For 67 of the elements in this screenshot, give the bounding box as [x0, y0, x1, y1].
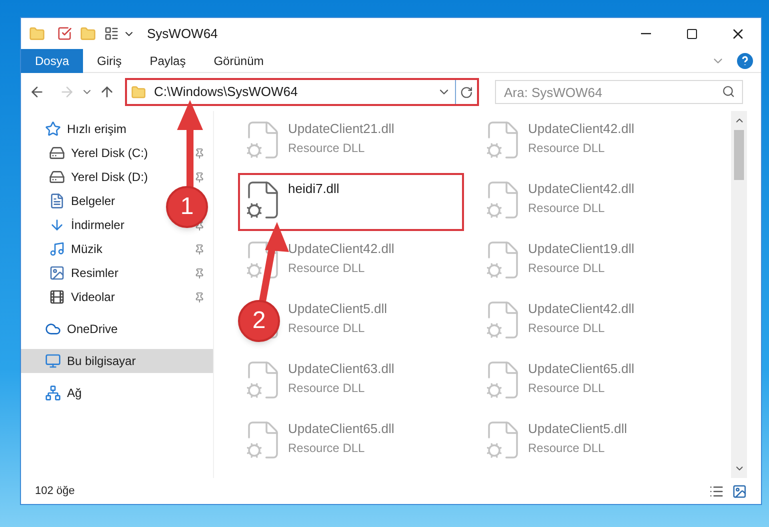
file-type: Resource DLL	[288, 440, 366, 456]
drive-icon	[49, 145, 65, 161]
star-icon	[45, 121, 61, 137]
file-name[interactable]: UpdateClient19.dll	[528, 239, 634, 258]
file-type: Resource DLL	[528, 440, 606, 456]
sidebar-item[interactable]: Videolar	[49, 288, 115, 306]
sidebar-item[interactable]: Belgeler	[49, 192, 116, 210]
maximize-icon	[686, 28, 698, 40]
music-note-icon	[49, 241, 65, 257]
properties-icon[interactable]	[57, 26, 72, 41]
file-type: Resource DLL	[528, 260, 606, 276]
ribbon-tab[interactable]: Görünüm	[200, 48, 278, 72]
file-type: Resource DLL	[288, 380, 366, 396]
picture-icon	[49, 265, 65, 281]
file-name[interactable]: UpdateClient21.dll	[288, 119, 394, 138]
minimize-icon	[641, 32, 651, 34]
file-type: Resource DLL	[528, 320, 606, 336]
view-icon[interactable]	[104, 26, 119, 41]
file-type: Resource DLL	[528, 380, 606, 396]
back-icon[interactable]	[29, 84, 45, 100]
file-name[interactable]: UpdateClient42.dll	[528, 179, 634, 198]
file-name[interactable]: UpdateClient42.dll	[288, 239, 394, 258]
search-field[interactable]: Ara: SysWOW64	[495, 80, 743, 104]
sidebar-item[interactable]: Hızlı erişim	[45, 120, 126, 138]
sidebar-item[interactable]: Yerel Disk (D:)	[49, 168, 148, 186]
file-name[interactable]: heidi7.dll	[288, 179, 340, 198]
scrollbar-thumb[interactable]	[734, 130, 744, 180]
file-name[interactable]: UpdateClient65.dll	[288, 419, 394, 438]
sidebar-item[interactable]: OneDrive	[45, 320, 118, 338]
film-icon	[49, 289, 65, 305]
item-count: 102 öğe	[35, 484, 76, 499]
monitor-icon	[45, 353, 61, 369]
cloud-icon	[45, 321, 61, 337]
search-icon[interactable]	[722, 85, 735, 98]
drive-icon	[49, 169, 65, 185]
sidebar-item[interactable]: Ağ	[45, 384, 82, 402]
ribbon-tab[interactable]: Paylaş	[136, 48, 200, 72]
address-field[interactable]: C:\Windows\SysWOW64	[125, 78, 479, 106]
file-name[interactable]: UpdateClient5.dll	[528, 419, 628, 438]
file-name[interactable]: UpdateClient5.dll	[288, 299, 388, 318]
file-type: Resource DLL	[288, 140, 366, 156]
file-name[interactable]: UpdateClient42.dll	[528, 119, 634, 138]
ribbon-tab[interactable]: Giriş	[83, 48, 136, 72]
network-icon	[45, 385, 61, 401]
file-name[interactable]: UpdateClient65.dll	[528, 359, 634, 378]
details-view-icon[interactable]	[709, 484, 724, 498]
up-icon[interactable]	[99, 84, 115, 100]
file-type: Resource DLL	[288, 320, 366, 336]
sidebar-item[interactable]: Müzik	[49, 240, 102, 258]
large-icons-view-icon[interactable]	[732, 484, 747, 498]
sidebar-item[interactable]: Yerel Disk (C:)	[49, 144, 148, 162]
file-type: Resource DLL	[288, 260, 366, 276]
help-icon[interactable]	[737, 52, 753, 68]
sidebar-item[interactable]: İndirmeler	[49, 216, 124, 234]
folder-icon	[131, 84, 146, 100]
refresh-icon[interactable]	[460, 86, 473, 98]
highlighted-file-item[interactable]: heidi7.dll	[238, 173, 464, 231]
ribbon-tab[interactable]: Dosya	[21, 48, 84, 72]
sidebar-item[interactable]: Bu bilgisayar	[45, 352, 136, 370]
file-name[interactable]: UpdateClient63.dll	[288, 359, 394, 378]
file-type: Resource DLL	[528, 140, 606, 156]
window-title: SysWOW64	[147, 24, 218, 43]
file-type: Resource DLL	[528, 200, 606, 216]
sidebar-item[interactable]: Resimler	[49, 264, 118, 282]
document-icon	[49, 193, 65, 209]
file-name[interactable]: UpdateClient42.dll	[528, 299, 634, 318]
vertical-scrollbar[interactable]	[731, 111, 747, 478]
